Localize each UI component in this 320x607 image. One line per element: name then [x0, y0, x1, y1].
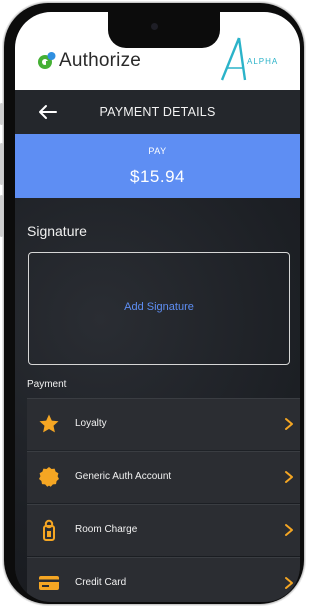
authorize-logo: Authorize	[38, 50, 141, 72]
volume-up-button	[0, 143, 3, 185]
payment-method-room-charge[interactable]: Room Charge	[27, 504, 300, 556]
star-icon	[38, 413, 60, 435]
payment-heading: Payment	[27, 379, 67, 390]
add-signature-link[interactable]: Add Signature	[29, 301, 289, 313]
signature-heading: Signature	[27, 223, 87, 239]
notch	[108, 12, 220, 48]
page-header: PAYMENT DETAILS	[15, 90, 300, 134]
phone-frame: Authorize ALPHA PAYMENT DETAILS PAY $15.…	[0, 3, 304, 604]
authorize-logo-icon	[38, 52, 56, 70]
screen: Authorize ALPHA PAYMENT DETAILS PAY $15.…	[15, 12, 300, 602]
chevron-right-icon	[283, 469, 295, 485]
signature-pad[interactable]: Add Signature	[28, 252, 290, 365]
payment-method-loyalty[interactable]: Loyalty	[27, 398, 300, 450]
payment-method-label: Loyalty	[75, 418, 107, 429]
credit-card-icon	[38, 572, 60, 594]
seal-badge-icon	[38, 466, 60, 488]
silent-switch	[0, 103, 3, 125]
page-title: PAYMENT DETAILS	[99, 105, 216, 119]
app-name: Authorize	[59, 50, 142, 71]
alpha-badge-text: ALPHA	[247, 57, 278, 66]
front-camera	[151, 23, 158, 30]
alpha-logo: ALPHA	[219, 36, 281, 82]
payment-method-label: Credit Card	[75, 577, 127, 588]
door-hanger-icon	[38, 519, 60, 541]
payment-method-credit-card[interactable]: Credit Card	[27, 557, 300, 602]
chevron-right-icon	[283, 522, 295, 538]
payment-method-label: Room Charge	[75, 524, 138, 535]
payment-method-label: Generic Auth Account	[75, 471, 172, 482]
volume-down-button	[0, 195, 3, 237]
chevron-right-icon	[283, 575, 295, 591]
payment-method-generic-auth[interactable]: Generic Auth Account	[27, 451, 300, 503]
pay-amount: $15.94	[130, 167, 185, 186]
pay-label: PAY	[148, 146, 167, 156]
pay-summary: PAY $15.94	[15, 134, 300, 198]
chevron-right-icon	[283, 416, 295, 432]
